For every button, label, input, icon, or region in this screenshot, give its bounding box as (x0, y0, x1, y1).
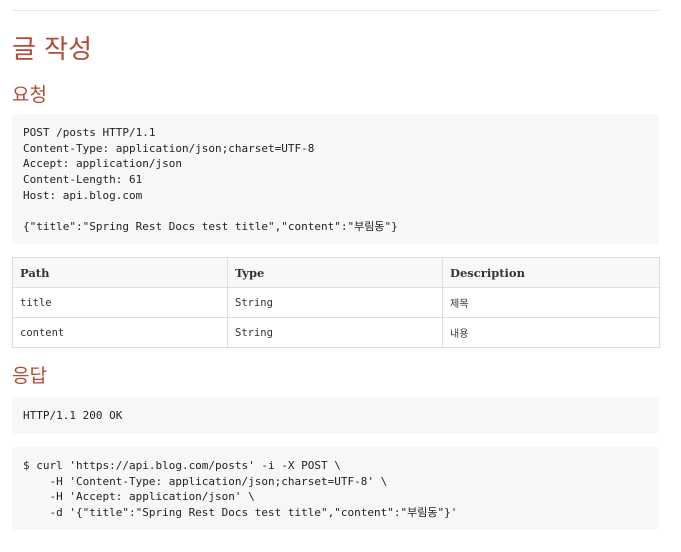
top-divider (12, 10, 659, 11)
response-code-block: HTTP/1.1 200 OK (12, 397, 659, 434)
field-description: 제목 (442, 287, 660, 318)
field-path: content (12, 317, 228, 348)
request-fields-table: Path Type Description title String 제목 co… (12, 257, 660, 348)
table-row: title String 제목 (12, 287, 660, 318)
page-title: 글 작성 (12, 35, 93, 65)
request-code: POST /posts HTTP/1.1 Content-Type: appli… (23, 126, 398, 234)
curl-code-block: $ curl 'https://api.blog.com/posts' -i -… (12, 447, 659, 530)
field-description: 내용 (442, 317, 660, 348)
field-type: String (227, 317, 443, 348)
field-path: title (12, 287, 228, 318)
table-header-row: Path Type Description (12, 257, 660, 288)
column-header-description: Description (442, 257, 660, 288)
column-header-path: Path (12, 257, 228, 288)
field-type: String (227, 287, 443, 318)
curl-code: $ curl 'https://api.blog.com/posts' -i -… (23, 459, 458, 520)
request-heading: 요청 (12, 84, 47, 106)
column-header-type: Type (227, 257, 443, 288)
response-heading: 응답 (12, 365, 47, 387)
table-row: content String 내용 (12, 317, 660, 348)
request-code-block: POST /posts HTTP/1.1 Content-Type: appli… (12, 114, 659, 244)
response-code: HTTP/1.1 200 OK (23, 409, 123, 422)
